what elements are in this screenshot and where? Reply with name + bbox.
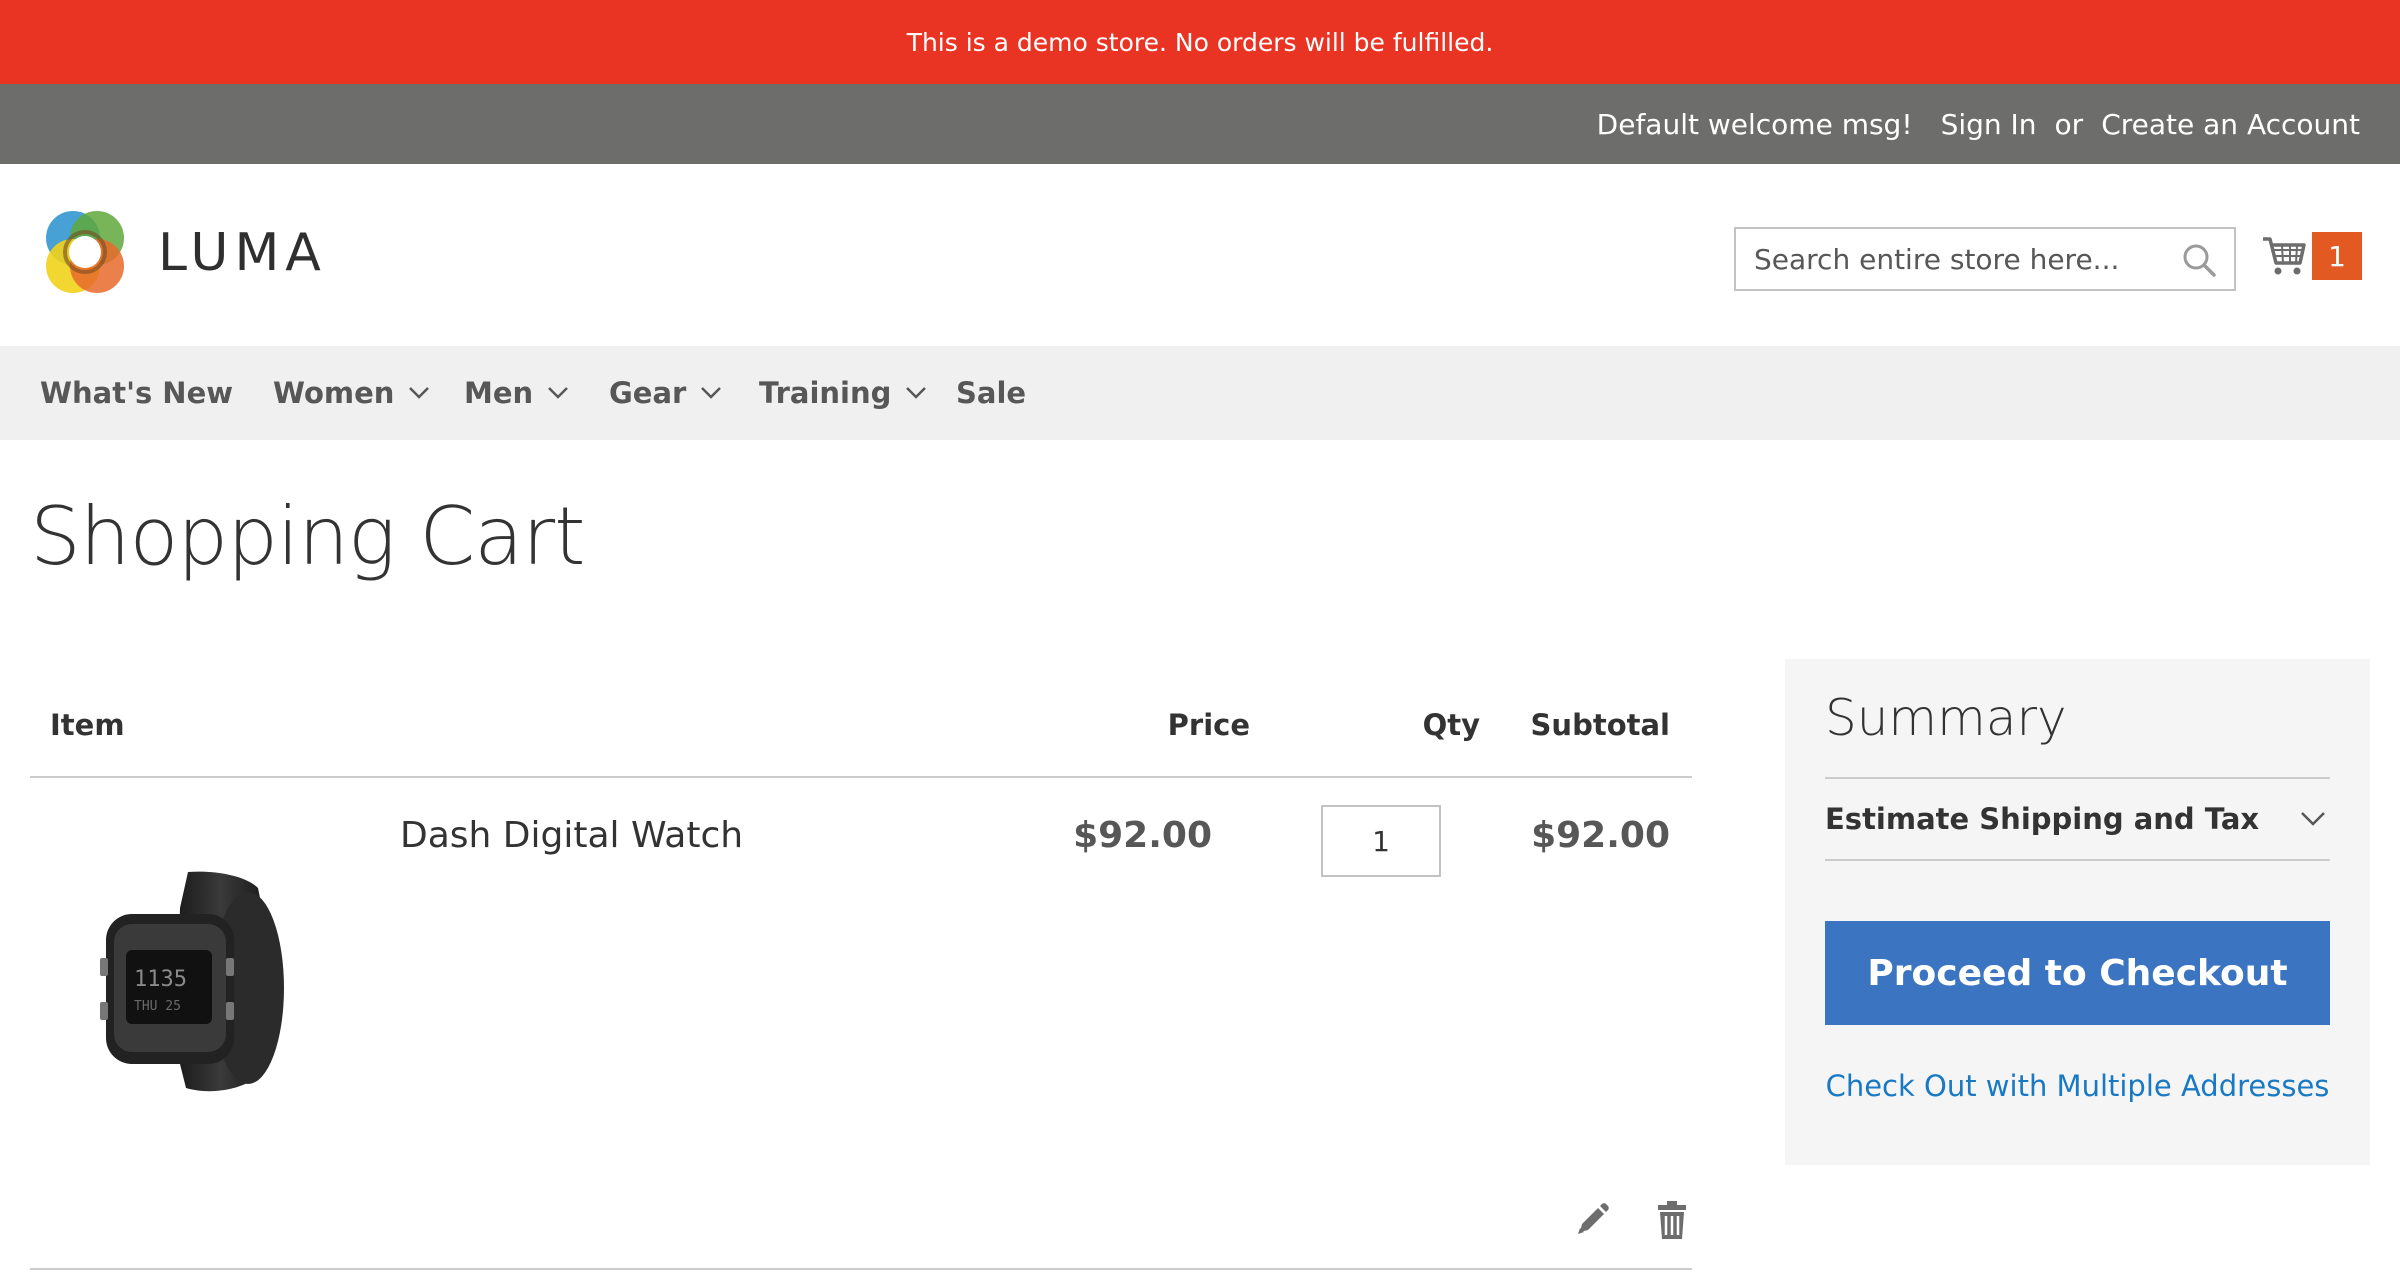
chevron-down-icon — [2301, 812, 2325, 826]
welcome-message: Default welcome msg! — [1596, 107, 1913, 141]
qty-input[interactable] — [1321, 805, 1441, 877]
nav-item-gear[interactable]: Gear — [609, 346, 722, 440]
nav-item-label: Gear — [609, 376, 687, 410]
product-image[interactable]: 1135 THU 25 — [96, 868, 292, 1096]
demo-notice-text: This is a demo store. No orders will be … — [906, 27, 1494, 57]
item-subtotal: $92.00 — [1531, 815, 1670, 856]
edit-icon[interactable] — [1574, 1202, 1610, 1238]
chevron-down-icon — [409, 387, 430, 399]
nav-item-training[interactable]: Training — [759, 346, 927, 440]
proceed-to-checkout-button[interactable]: Proceed to Checkout — [1825, 921, 2330, 1025]
summary-title: Summary — [1825, 689, 2067, 747]
main-navigation: What's New Women Men Gear Training Sale — [0, 346, 2400, 440]
product-name-link[interactable]: Dash Digital Watch — [400, 815, 743, 856]
table-divider — [30, 1268, 1692, 1270]
create-account-link[interactable]: Create an Account — [2101, 108, 2360, 141]
header-panel: Default welcome msg! Sign In or Create a… — [0, 84, 2400, 164]
item-price: $92.00 — [1073, 815, 1212, 856]
header-links: Default welcome msg! Sign In or Create a… — [1597, 84, 2360, 164]
nav-item-label: Training — [759, 376, 892, 410]
summary-divider — [1825, 859, 2330, 861]
search-input[interactable] — [1736, 229, 2234, 289]
chevron-down-icon — [906, 387, 927, 399]
nav-item-men[interactable]: Men — [464, 346, 569, 440]
table-divider — [30, 776, 1692, 778]
sign-in-link[interactable]: Sign In — [1941, 108, 2037, 141]
search-box — [1734, 227, 2236, 291]
page-title: Shopping Cart — [30, 490, 585, 583]
logo-text: LUMA — [158, 223, 327, 283]
trash-icon[interactable] — [1656, 1200, 1688, 1240]
nav-item-women[interactable]: Women — [273, 346, 430, 440]
cart-summary: Summary Estimate Shipping and Tax Procee… — [1785, 659, 2370, 1165]
chevron-down-icon — [548, 387, 569, 399]
column-header-qty: Qty — [1422, 708, 1480, 742]
multi-address-checkout-link[interactable]: Check Out with Multiple Addresses — [1825, 1069, 2330, 1103]
column-header-item: Item — [50, 708, 125, 742]
estimate-shipping-label: Estimate Shipping and Tax — [1825, 802, 2260, 836]
nav-item-label: Women — [273, 376, 395, 410]
chevron-down-icon — [701, 387, 722, 399]
cart-count-badge: 1 — [2312, 232, 2362, 280]
svg-text:1135: 1135 — [134, 967, 187, 992]
or-separator: or — [2054, 107, 2084, 141]
nav-item-sale[interactable]: Sale — [956, 346, 1026, 440]
nav-item-whats-new[interactable]: What's New — [40, 346, 233, 440]
minicart-link[interactable]: 1 — [2262, 232, 2362, 282]
logo-icon — [46, 211, 124, 293]
nav-item-label: What's New — [40, 376, 234, 410]
column-header-price: Price — [1167, 708, 1250, 742]
logo[interactable]: LUMA — [40, 206, 327, 300]
nav-item-label: Sale — [956, 376, 1027, 410]
search-icon[interactable] — [2182, 243, 2216, 277]
nav-item-label: Men — [464, 376, 534, 410]
column-header-subtotal: Subtotal — [1530, 708, 1670, 742]
svg-text:THU 25: THU 25 — [134, 999, 181, 1014]
estimate-shipping-toggle[interactable]: Estimate Shipping and Tax — [1825, 779, 2330, 859]
cart-icon — [2263, 237, 2306, 275]
demo-notice: This is a demo store. No orders will be … — [0, 0, 2400, 84]
